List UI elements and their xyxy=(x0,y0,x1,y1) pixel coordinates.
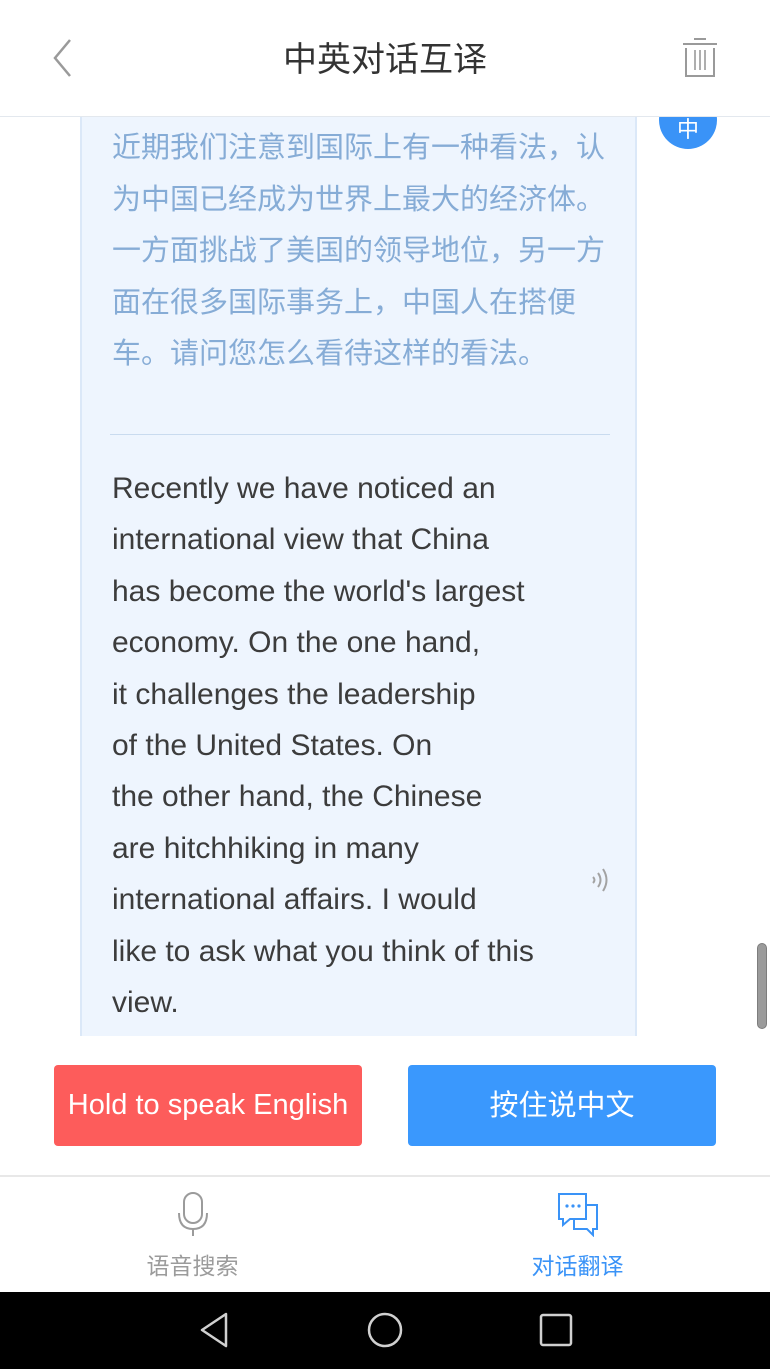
speaker-icon xyxy=(592,868,608,892)
nav-recents-button[interactable] xyxy=(536,1310,576,1350)
message-bubble: 近期我们注意到国际上有一种看法，认为中国已经成为世界上最大的经济体。一方面挑战了… xyxy=(80,117,637,1036)
delete-button[interactable] xyxy=(680,36,720,80)
hold-to-speak-chinese-button[interactable]: 按住说中文 xyxy=(408,1065,716,1146)
nav-back-icon xyxy=(200,1312,228,1348)
source-text: 近期我们注意到国际上有一种看法，认为中国已经成为世界上最大的经济体。一方面挑战了… xyxy=(112,130,606,370)
tab-dialog-translate[interactable]: 对话翻译 xyxy=(385,1177,770,1294)
bottom-tab-bar: 语音搜索 对话翻译 xyxy=(0,1175,770,1294)
nav-back-button[interactable] xyxy=(196,1310,236,1350)
microphone-icon xyxy=(177,1192,208,1236)
nav-home-button[interactable] xyxy=(365,1310,405,1350)
bubble-divider xyxy=(110,434,610,435)
chat-bubbles-icon xyxy=(557,1193,598,1237)
hold-to-speak-english-button[interactable]: Hold to speak English xyxy=(54,1065,362,1146)
nav-home-icon xyxy=(367,1312,403,1348)
tab-label: 对话翻译 xyxy=(531,1254,624,1280)
translation-text: Recently we have noticed an internationa… xyxy=(112,472,534,1020)
conversation-area[interactable]: 近期我们注意到国际上有一种看法，认为中国已经成为世界上最大的经济体。一方面挑战了… xyxy=(0,117,770,1036)
speaker-badge-chinese: 中 xyxy=(659,117,717,149)
nav-recents-icon xyxy=(539,1313,573,1347)
play-translation-button[interactable] xyxy=(589,865,613,895)
tab-voice-search[interactable]: 语音搜索 xyxy=(0,1177,385,1294)
scrollbar[interactable] xyxy=(757,943,767,1029)
system-navigation-bar xyxy=(0,1292,770,1369)
page-title: 中英对话互译 xyxy=(283,40,487,80)
tab-label: 语音搜索 xyxy=(146,1254,239,1280)
app-header: 中英对话互译 xyxy=(0,0,770,117)
trash-icon xyxy=(683,38,717,77)
